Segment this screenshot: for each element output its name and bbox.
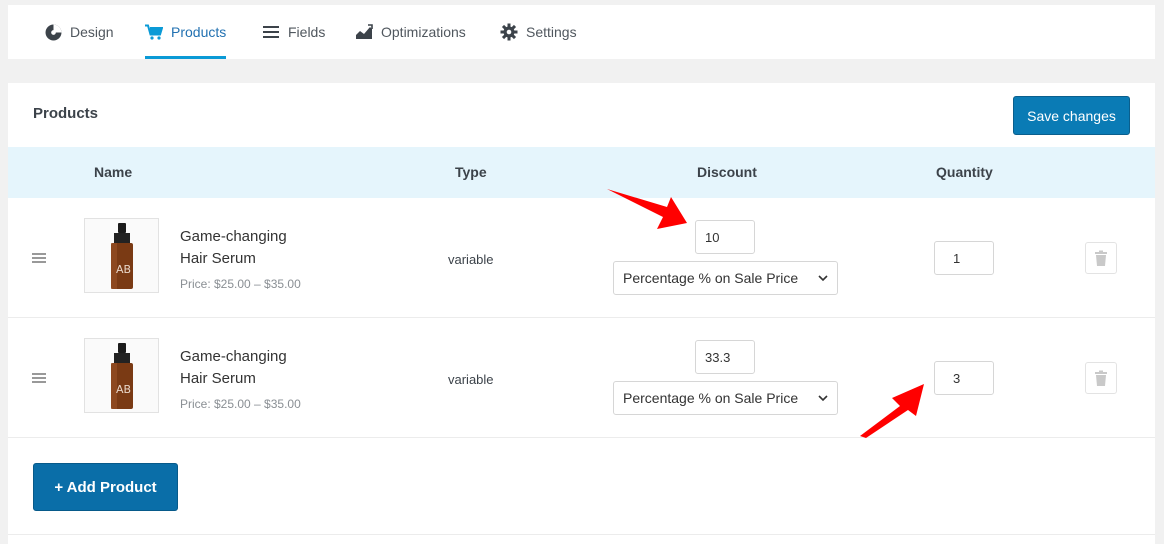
product-name: Game-changing Hair Serum (180, 226, 330, 270)
product-price: Price: $25.00 – $35.00 (180, 397, 301, 411)
cart-icon (145, 23, 163, 41)
discount-value-input[interactable] (695, 220, 755, 254)
drag-handle-icon[interactable] (32, 253, 46, 263)
product-type: variable (448, 372, 494, 387)
drag-handle-icon[interactable] (32, 373, 46, 383)
svg-text:AB: AB (116, 263, 131, 276)
trash-icon (1095, 250, 1107, 266)
tab-fields[interactable]: Fields (262, 5, 325, 59)
gear-icon (500, 23, 518, 41)
serum-bottle-icon: AB (110, 342, 133, 409)
serum-bottle-icon: AB (110, 222, 133, 289)
tab-products[interactable]: Products (145, 5, 227, 59)
column-header-type: Type (455, 164, 487, 180)
save-changes-button[interactable]: Save changes (1013, 96, 1130, 135)
tab-settings[interactable]: Settings (500, 5, 577, 59)
table-row: AB Game-changing Hair Serum Price: $25.0… (8, 318, 1155, 438)
discount-type-value: Percentage % on Sale Price (623, 390, 799, 406)
tab-bar: Design Products Fields Optimizations Set… (8, 5, 1155, 59)
tab-products-label: Products (171, 24, 227, 40)
tab-optimizations-label: Optimizations (381, 24, 466, 40)
product-name-line1: Game-changing (180, 348, 287, 365)
discount-type-select[interactable]: Percentage % on Sale Price (613, 261, 838, 295)
product-name-line1: Game-changing (180, 228, 287, 245)
tab-optimizations[interactable]: Optimizations (355, 5, 466, 59)
product-thumbnail: AB (84, 338, 159, 413)
tab-fields-label: Fields (288, 24, 326, 40)
product-price: Price: $25.00 – $35.00 (180, 277, 301, 291)
tab-design[interactable]: Design (44, 5, 114, 59)
product-name-line2: Hair Serum (180, 370, 256, 387)
product-thumbnail: AB (84, 218, 159, 293)
table-header: Name Type Discount Quantity (8, 147, 1155, 198)
svg-text:AB: AB (116, 383, 131, 396)
chevron-down-icon (818, 395, 828, 402)
column-header-name: Name (94, 164, 133, 180)
chevron-down-icon (818, 275, 828, 282)
panel-title: Products (33, 105, 99, 122)
annotation-arrow-quantity-icon (860, 384, 924, 438)
quantity-input[interactable] (934, 241, 994, 275)
tab-design-label: Design (70, 24, 114, 40)
tab-settings-label: Settings (526, 24, 577, 40)
products-panel: Products Save changes Name Type Discount… (8, 83, 1155, 544)
product-name: Game-changing Hair Serum (180, 346, 330, 390)
table-row: AB Game-changing Hair Serum Price: $25.0… (8, 198, 1155, 318)
column-header-discount: Discount (697, 164, 757, 180)
product-type: variable (448, 252, 494, 267)
discount-type-value: Percentage % on Sale Price (623, 270, 799, 286)
column-header-quantity: Quantity (936, 164, 993, 180)
add-product-button[interactable]: + Add Product (33, 463, 178, 511)
palette-icon (44, 23, 62, 41)
divider (8, 534, 1155, 535)
delete-product-button[interactable] (1085, 242, 1117, 274)
list-icon (262, 23, 280, 41)
delete-product-button[interactable] (1085, 362, 1117, 394)
chart-icon (355, 23, 373, 41)
discount-value-input[interactable] (695, 340, 755, 374)
discount-type-select[interactable]: Percentage % on Sale Price (613, 381, 838, 415)
annotation-arrow-discount-icon (607, 189, 687, 229)
product-name-line2: Hair Serum (180, 250, 256, 267)
quantity-input[interactable] (934, 361, 994, 395)
trash-icon (1095, 370, 1107, 386)
